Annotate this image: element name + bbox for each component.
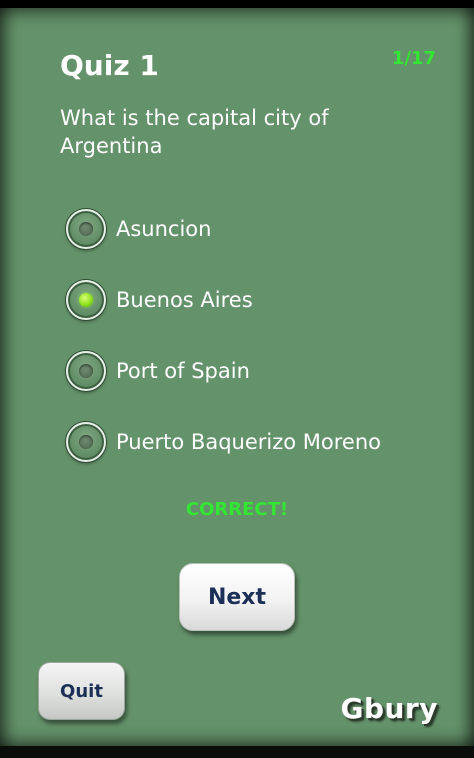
option-port-of-spain[interactable]: Port of Spain bbox=[66, 349, 250, 393]
radio-dot bbox=[79, 222, 93, 236]
radio-dot bbox=[79, 435, 93, 449]
radio-dot-selected bbox=[79, 293, 93, 307]
option-label[interactable]: Port of Spain bbox=[116, 359, 250, 383]
quiz-screen: Quiz 1 1/17 What is the capital city of … bbox=[0, 0, 474, 758]
option-asuncion[interactable]: Asuncion bbox=[66, 207, 211, 251]
quiz-title: Quiz 1 bbox=[60, 49, 159, 82]
quit-button[interactable]: Quit bbox=[38, 662, 125, 720]
option-label[interactable]: Buenos Aires bbox=[116, 288, 253, 312]
option-label[interactable]: Puerto Baquerizo Moreno bbox=[116, 430, 381, 454]
radio-button[interactable] bbox=[66, 422, 106, 462]
next-button[interactable]: Next bbox=[179, 563, 295, 631]
brand-logo: Gbury bbox=[340, 692, 438, 725]
option-buenos-aires[interactable]: Buenos Aires bbox=[66, 278, 253, 322]
result-message: CORRECT! bbox=[185, 499, 289, 520]
radio-button[interactable] bbox=[66, 351, 106, 391]
option-puerto-baquerizo-moreno[interactable]: Puerto Baquerizo Moreno bbox=[66, 420, 381, 464]
status-bar bbox=[0, 0, 474, 8]
radio-button[interactable] bbox=[66, 209, 106, 249]
question-text: What is the capital city of Argentina bbox=[60, 106, 329, 158]
radio-dot bbox=[79, 364, 93, 378]
option-label[interactable]: Asuncion bbox=[116, 217, 211, 241]
bottom-edge bbox=[0, 746, 474, 758]
question-counter: 1/17 bbox=[391, 48, 436, 69]
radio-button-selected[interactable] bbox=[66, 280, 106, 320]
